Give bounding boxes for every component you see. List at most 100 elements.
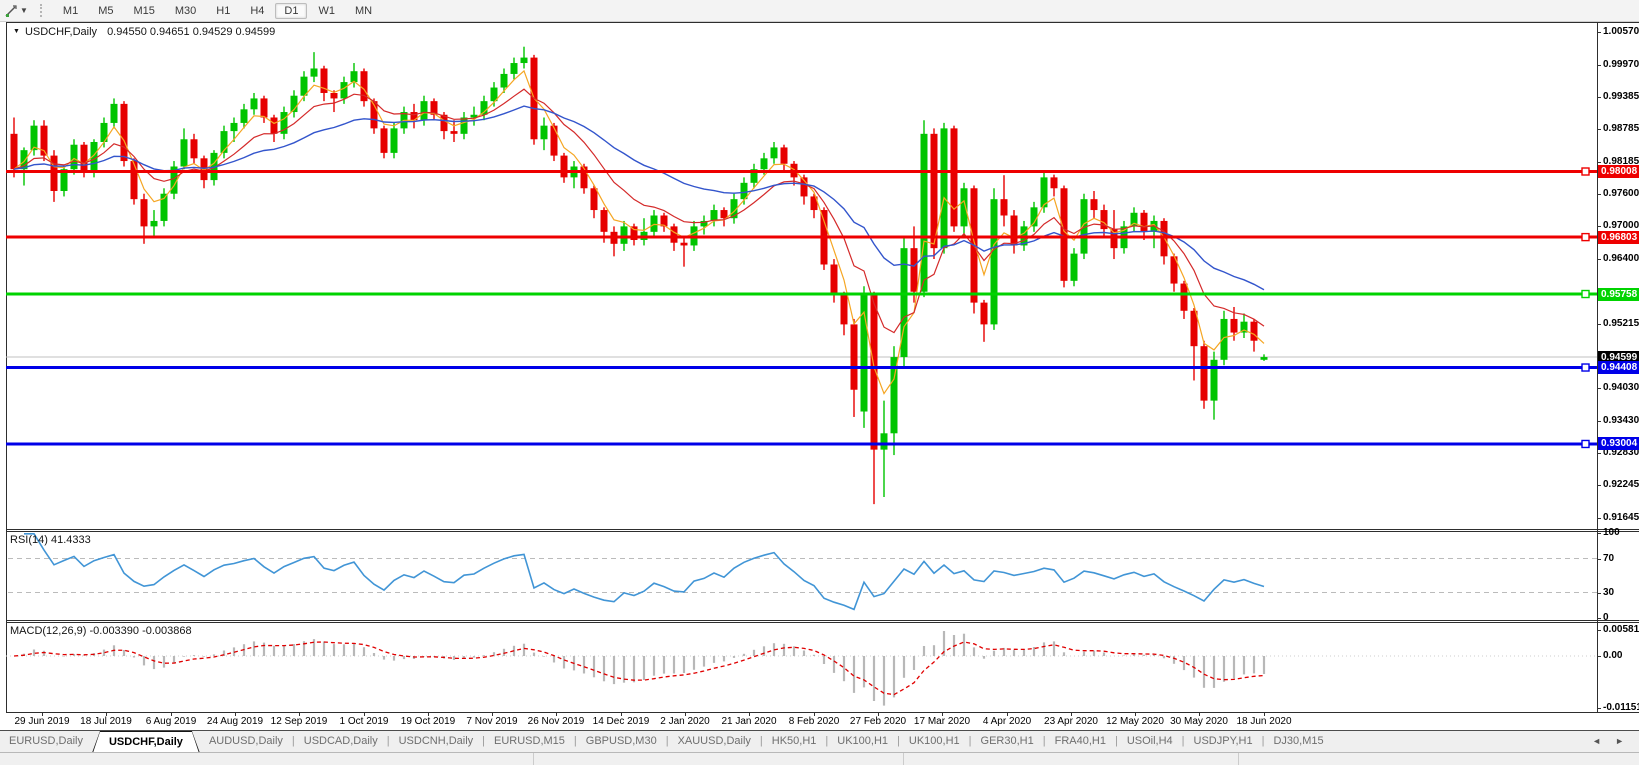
tab-usdcnh-daily[interactable]: USDCNH,Daily [390, 731, 483, 753]
price-axis-label: 0.98785 [1603, 123, 1639, 134]
date-axis-label: 8 Feb 2020 [788, 716, 840, 727]
timeframe-button-M5[interactable]: M5 [89, 3, 122, 19]
macd-name: MACD(12,26,9) [10, 625, 87, 637]
macd-label: MACD(12,26,9) -0.003390 -0.003868 [10, 625, 192, 637]
toolbar-grip [39, 4, 45, 17]
macd-axis-label: 0.005818 [1603, 624, 1639, 635]
price-axis-label: 0.96400 [1603, 253, 1639, 264]
tool-dropdown-caret-icon[interactable]: ▼ [20, 6, 32, 15]
tabs-container: EURUSD,Daily USDCHF,Daily AUDUSD,Daily | USD… [0, 731, 1333, 753]
status-divider [903, 753, 904, 765]
price-axis-tick [1597, 388, 1601, 389]
chart-tab-bar: EURUSD,Daily USDCHF,Daily AUDUSD,Daily | USD… [0, 730, 1639, 753]
date-axis-label: 21 Jan 2020 [721, 716, 777, 727]
tab-uk100-h1[interactable]: UK100,H1 [828, 731, 897, 753]
rsi-axis-tick [1597, 559, 1601, 560]
main-chart-canvas[interactable] [6, 22, 1597, 529]
rsi-axis-tick [1597, 618, 1601, 619]
chart-ohlc-values: 0.94550 0.94651 0.94529 0.94599 [107, 26, 276, 38]
macd-axis-tick [1597, 708, 1601, 709]
price-axis-label: 0.94030 [1603, 382, 1639, 393]
date-axis-label: 6 Aug 2019 [145, 716, 197, 727]
timeframe-button-W1[interactable]: W1 [309, 3, 344, 19]
status-bar [0, 752, 1639, 765]
price-axis-tick [1597, 485, 1601, 486]
tab-xauusd-daily[interactable]: XAUUSD,Daily [669, 731, 760, 753]
status-divider [1238, 753, 1239, 765]
tab-hk50-h1[interactable]: HK50,H1 [763, 731, 826, 753]
tab-ger30-h1[interactable]: GER30,H1 [972, 731, 1043, 753]
date-axis-label: 18 Jun 2020 [1236, 716, 1292, 727]
main-panel-bottom-border [6, 529, 1639, 530]
price-axis-tick [1597, 65, 1601, 66]
price-axis-tick [1597, 518, 1601, 519]
rsi-indicator-canvas[interactable] [6, 531, 1597, 620]
price-axis-label: 0.91645 [1603, 512, 1639, 523]
tab-eurusd-m15[interactable]: EURUSD,M15 [485, 731, 574, 753]
date-axis-label: 17 Mar 2020 [913, 716, 971, 727]
macd-indicator-canvas[interactable] [6, 622, 1597, 712]
date-axis-label: 7 Nov 2019 [466, 716, 518, 727]
price-axis-label: 0.97600 [1603, 188, 1639, 199]
tab-gbpusd-m30[interactable]: GBPUSD,M30 [577, 731, 666, 753]
price-axis-label: 0.99970 [1603, 59, 1639, 70]
price-axis-label: 0.93430 [1603, 415, 1639, 426]
price-axis-tick [1597, 453, 1601, 454]
date-axis-label: 2 Jan 2020 [660, 716, 710, 727]
timeframe-button-D1[interactable]: D1 [275, 2, 308, 19]
trading-platform-window: ▼ M1 M5 M15 M30 H1 H4 D1 W1 MN ▼ USDCHF,Daily 0.94… [0, 0, 1639, 765]
rsi-label: RSI(14) 41.4333 [10, 534, 91, 546]
price-axis-tick [1597, 259, 1601, 260]
price-axis-label: 0.99385 [1603, 91, 1639, 102]
cursor-tool-icon[interactable] [2, 3, 20, 19]
tab-eurusd-daily[interactable]: EURUSD,Daily [0, 731, 92, 753]
tab-scroll-right-icon[interactable]: ► [1608, 736, 1631, 746]
chart-title: ▼ USDCHF,Daily 0.94550 0.94651 0.94529 0.9… [13, 26, 275, 38]
date-axis-label: 14 Dec 2019 [592, 716, 650, 727]
rsi-panel-bottom-border [6, 620, 1639, 621]
timeframe-button-M1[interactable]: M1 [54, 3, 87, 19]
date-axis-label: 12 May 2020 [1106, 716, 1164, 727]
price-axis-label: 1.00570 [1603, 26, 1639, 37]
tab-usdcad-daily[interactable]: USDCAD,Daily [295, 731, 387, 753]
tab-audusd-daily[interactable]: AUDUSD,Daily [200, 731, 292, 753]
chart-symbol-label: USDCHF,Daily [24, 26, 98, 38]
date-axis-label: 30 May 2020 [1170, 716, 1228, 727]
status-divider [533, 753, 534, 765]
macd-axis-tick [1597, 656, 1601, 657]
timeframe-button-M30[interactable]: M30 [166, 3, 205, 19]
timeframe-button-M15[interactable]: M15 [124, 3, 163, 19]
level-price-tag: 0.94408 [1598, 361, 1639, 374]
tab-usoil-h4[interactable]: USOil,H4 [1118, 731, 1182, 753]
price-axis-tick [1597, 32, 1601, 33]
date-axis-label: 29 Jun 2019 [14, 716, 70, 727]
tab-usdjpy-h1[interactable]: USDJPY,H1 [1185, 731, 1262, 753]
timeframe-button-H4[interactable]: H4 [241, 3, 273, 19]
tab-usdchf-daily[interactable]: USDCHF,Daily [92, 731, 200, 753]
price-axis-tick [1597, 97, 1601, 98]
date-axis-label: 23 Apr 2020 [1044, 716, 1098, 727]
date-axis-label: 19 Oct 2019 [400, 716, 456, 727]
price-axis-tick [1597, 129, 1601, 130]
tab-scroll-left-icon[interactable]: ◄ [1585, 736, 1608, 746]
toolbar: ▼ M1 M5 M15 M30 H1 H4 D1 W1 MN [0, 0, 1639, 22]
price-axis-label: 0.95215 [1603, 318, 1639, 329]
macd-axis-tick [1597, 630, 1601, 631]
level-price-tag: 0.96803 [1598, 231, 1639, 244]
timeframe-button-H1[interactable]: H1 [207, 3, 239, 19]
collapse-triangle-icon[interactable]: ▼ [13, 28, 20, 35]
timeframe-button-MN[interactable]: MN [346, 3, 381, 19]
date-axis-label: 4 Apr 2020 [982, 716, 1032, 727]
tab-fra40-h1[interactable]: FRA40,H1 [1046, 731, 1115, 753]
macd-axis-label: 0.00 [1603, 650, 1623, 661]
rsi-value: 41.4333 [50, 534, 91, 546]
price-axis-tick [1597, 162, 1601, 163]
price-axis-label: 0.97000 [1603, 220, 1639, 231]
tab-uk100-h1[interactable]: UK100,H1 [900, 731, 969, 753]
date-axis-label: 12 Sep 2019 [270, 716, 328, 727]
rsi-axis-tick [1597, 593, 1601, 594]
tab-dj30-m15[interactable]: DJ30,M15 [1264, 731, 1332, 753]
date-axis-label: 1 Oct 2019 [339, 716, 389, 727]
date-axis-label: 24 Aug 2019 [206, 716, 264, 727]
rsi-axis-label: 100 [1603, 527, 1620, 538]
